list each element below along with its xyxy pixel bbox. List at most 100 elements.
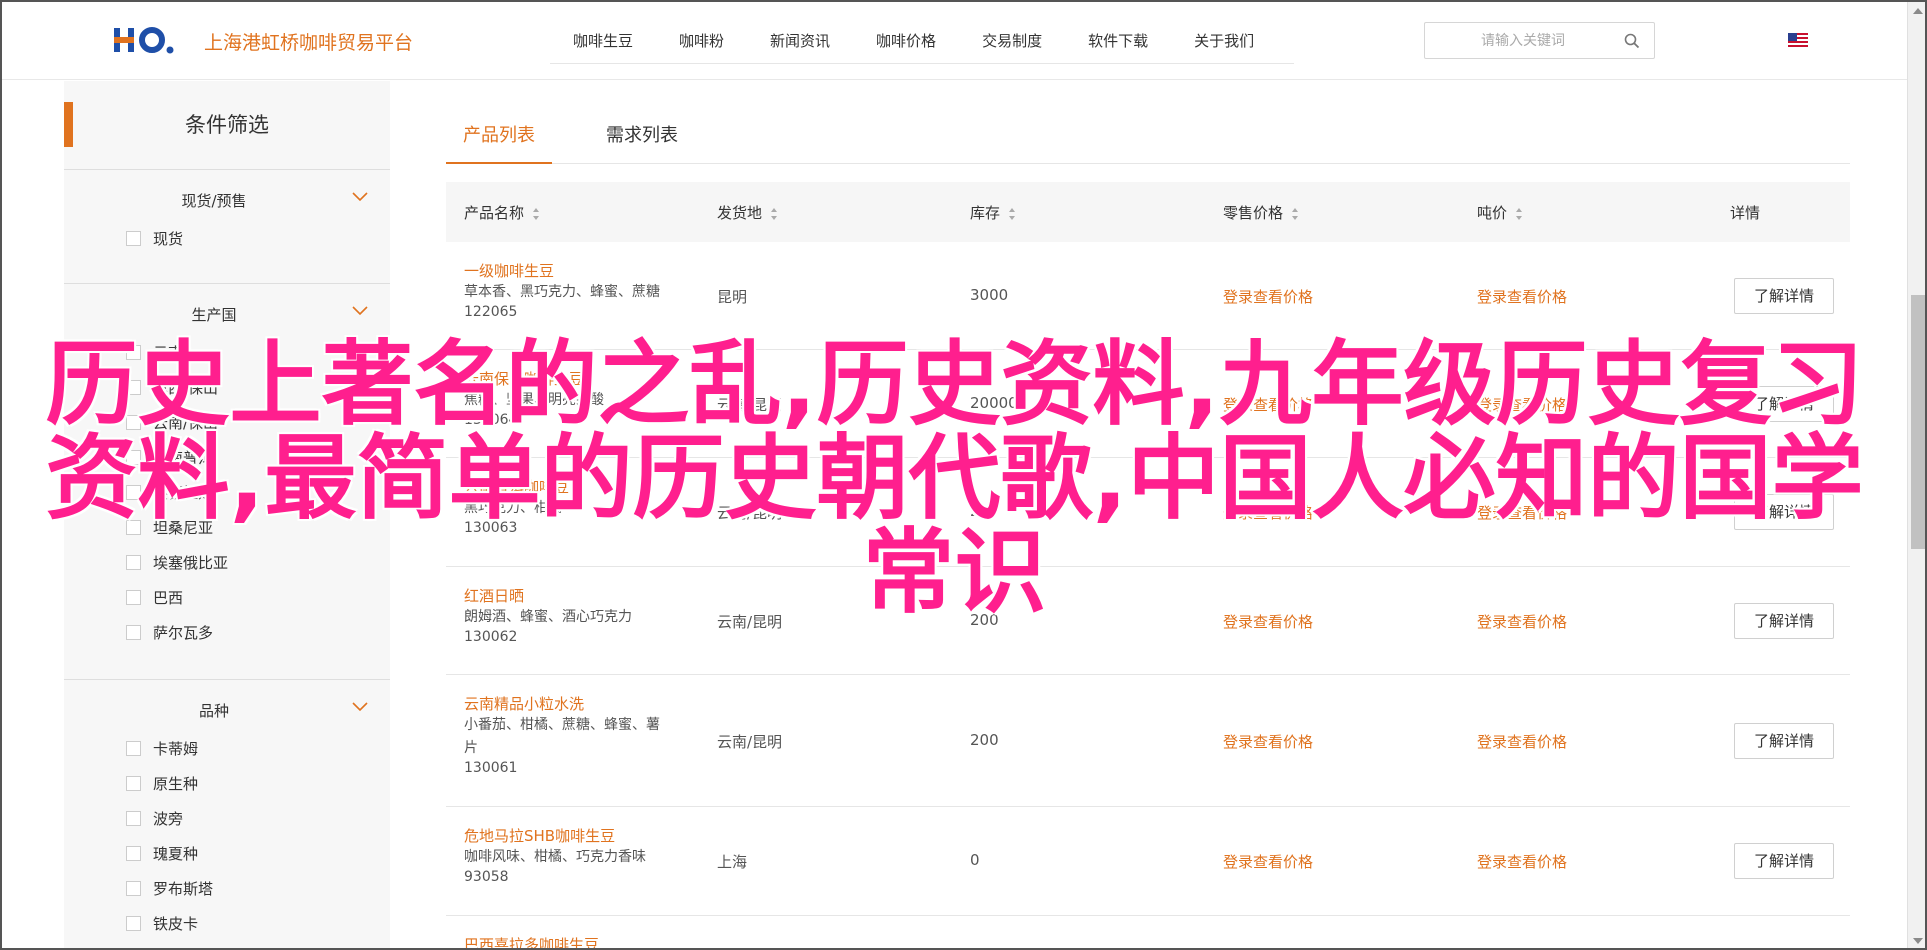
search-box <box>1424 22 1655 59</box>
table-row: 巴西喜拉多咖啡生豆 <box>446 916 1850 948</box>
table-row: 危地马拉SHB咖啡生豆 咖啡风味、柑橘、巧克力香味 93058 上海 0 登录查… <box>446 807 1850 916</box>
option-label: 瑰夏种 <box>153 845 199 863</box>
filter-head-label: 现货/预售 <box>181 192 247 210</box>
column-header[interactable]: 库存 <box>970 202 1016 223</box>
column-header[interactable]: 吨价 <box>1477 202 1523 223</box>
stock: 0 <box>970 851 980 869</box>
details-button[interactable]: 了解详情 <box>1734 278 1834 314</box>
sort-icon[interactable] <box>1515 207 1523 221</box>
tab-product-list[interactable]: 产品列表 <box>446 121 552 164</box>
filter-head-label: 品种 <box>198 702 229 720</box>
browser-frame: 上海港虹桥咖啡贸易平台 咖啡生豆 咖啡粉 新闻资讯 咖啡价格 交易制度 软件下载… <box>0 0 1927 950</box>
checkbox[interactable] <box>126 231 141 246</box>
filter-option[interactable]: 波旁 <box>64 806 390 841</box>
sort-icon[interactable] <box>532 207 540 221</box>
ton-price-login-link[interactable]: 登录查看价格 <box>1477 731 1567 752</box>
filter-option[interactable]: 铁皮卡 <box>64 911 390 946</box>
sidebar-title: 条件筛选 <box>185 113 269 137</box>
nav-about-us[interactable]: 关于我们 <box>1171 24 1277 62</box>
option-label: 罗布斯塔 <box>153 880 214 898</box>
product-id: 122065 <box>464 304 518 320</box>
site-name[interactable]: 上海港虹桥咖啡贸易平台 <box>204 28 413 55</box>
filter-option[interactable]: 瑰夏种 <box>64 841 390 876</box>
checkbox[interactable] <box>126 881 141 896</box>
scroll-down-arrow-icon[interactable] <box>1913 938 1923 944</box>
checkbox[interactable] <box>126 625 141 640</box>
origin: 上海 <box>717 853 748 871</box>
logo-icon[interactable] <box>114 24 176 56</box>
us-flag-icon[interactable] <box>1788 33 1808 47</box>
search-icon[interactable] <box>1624 33 1640 49</box>
vertical-scrollbar[interactable] <box>1907 2 1925 948</box>
column-header[interactable]: 零售价格 <box>1223 202 1299 223</box>
column-header-label: 吨价 <box>1477 204 1508 222</box>
sort-icon[interactable] <box>1008 207 1016 221</box>
filter-option[interactable]: 罗布斯塔 <box>64 876 390 911</box>
filter-section-variety: 品种 卡蒂姆 原生种 波旁 瑰夏种 罗布斯塔 铁皮卡 <box>64 679 390 946</box>
product-id: 93058 <box>464 869 509 885</box>
overlay-line: 历史上著名的之乱,历史资料,九年级历史复习 <box>45 331 1864 438</box>
column-header-label: 发货地 <box>717 204 763 222</box>
option-label: 卡蒂姆 <box>153 740 199 758</box>
chevron-down-icon[interactable] <box>352 702 368 712</box>
nav-trading-rules[interactable]: 交易制度 <box>959 24 1065 62</box>
filter-head[interactable]: 品种 <box>64 680 390 736</box>
checkbox[interactable] <box>126 916 141 931</box>
product-id: 130062 <box>464 629 518 645</box>
filter-option[interactable]: 萨尔瓦多 <box>64 620 390 655</box>
checkbox[interactable] <box>126 776 141 791</box>
tab-bar: 产品列表 需求列表 <box>446 117 1850 164</box>
retail-price-login-link[interactable]: 登录查看价格 <box>1223 851 1313 872</box>
product-id: 130061 <box>464 760 518 776</box>
product-flavor: 咖啡风味、柑橘、巧克力香味 <box>464 849 646 865</box>
table-header: 产品名称 发货地 库存 零售价格 吨价 详情 <box>446 182 1850 242</box>
retail-price-login-link[interactable]: 登录查看价格 <box>1223 731 1313 752</box>
scroll-thumb[interactable] <box>1911 295 1925 549</box>
chevron-down-icon[interactable] <box>352 192 368 202</box>
filter-option[interactable]: 原生种 <box>64 771 390 806</box>
filter-head[interactable]: 现货/预售 <box>64 170 390 226</box>
ton-price-login-link[interactable]: 登录查看价格 <box>1477 851 1567 872</box>
checkbox[interactable] <box>126 846 141 861</box>
sort-icon[interactable] <box>770 207 778 221</box>
tab-demand-list[interactable]: 需求列表 <box>606 121 678 164</box>
checkbox[interactable] <box>126 741 141 756</box>
column-header: 详情 <box>1730 204 1761 222</box>
scroll-up-arrow-icon[interactable] <box>1913 8 1923 14</box>
product-flavor: 小番茄、柑橘、蔗糖、蜂蜜、薯 <box>464 717 660 733</box>
search-input[interactable] <box>1433 29 1613 53</box>
option-label: 萨尔瓦多 <box>153 624 214 642</box>
column-header-label: 库存 <box>970 204 1001 222</box>
nav-coffee-powder[interactable]: 咖啡粉 <box>656 24 747 62</box>
overlay-title: 历史上著名的之乱,历史资料,九年级历史复习 资料,最简单的历史朝代歌,中国人必知… <box>2 338 1907 620</box>
stock: 200 <box>970 731 999 749</box>
filter-option[interactable]: 卡蒂姆 <box>64 736 390 771</box>
ton-price-login-link[interactable]: 登录查看价格 <box>1477 286 1567 307</box>
overlay-line: 资料,最简单的历史朝代歌,中国人必知的国学 <box>45 425 1864 532</box>
retail-price-login-link[interactable]: 登录查看价格 <box>1223 286 1313 307</box>
chevron-down-icon[interactable] <box>352 306 368 316</box>
filter-option[interactable]: 现货 <box>64 226 390 261</box>
column-header[interactable]: 发货地 <box>717 202 778 223</box>
details-button[interactable]: 了解详情 <box>1734 723 1834 759</box>
option-label: 原生种 <box>153 775 199 793</box>
details-button[interactable]: 了解详情 <box>1734 843 1834 879</box>
origin: 昆明 <box>717 288 748 306</box>
nav-software-download[interactable]: 软件下载 <box>1065 24 1171 62</box>
product-name[interactable]: 一级咖啡生豆 <box>464 260 660 281</box>
option-label: 波旁 <box>153 810 184 828</box>
table-row: 云南精品小粒水洗 小番茄、柑橘、蔗糖、蜂蜜、薯 片 130061 云南/昆明 2… <box>446 675 1850 807</box>
product-name[interactable]: 巴西喜拉多咖啡生豆 <box>464 934 599 948</box>
nav-coffee-green-beans[interactable]: 咖啡生豆 <box>550 24 656 62</box>
overlay-line: 常识 <box>862 519 1047 626</box>
checkbox[interactable] <box>126 811 141 826</box>
product-flavor-cont: 片 <box>464 740 478 756</box>
stock: 3000 <box>970 286 1009 304</box>
nav-news[interactable]: 新闻资讯 <box>747 24 853 62</box>
sort-icon[interactable] <box>1291 207 1299 221</box>
product-name[interactable]: 云南精品小粒水洗 <box>464 693 660 714</box>
column-header[interactable]: 产品名称 <box>464 202 540 223</box>
column-header-label: 零售价格 <box>1223 204 1284 222</box>
product-name[interactable]: 危地马拉SHB咖啡生豆 <box>464 825 646 846</box>
nav-coffee-price[interactable]: 咖啡价格 <box>853 24 959 62</box>
